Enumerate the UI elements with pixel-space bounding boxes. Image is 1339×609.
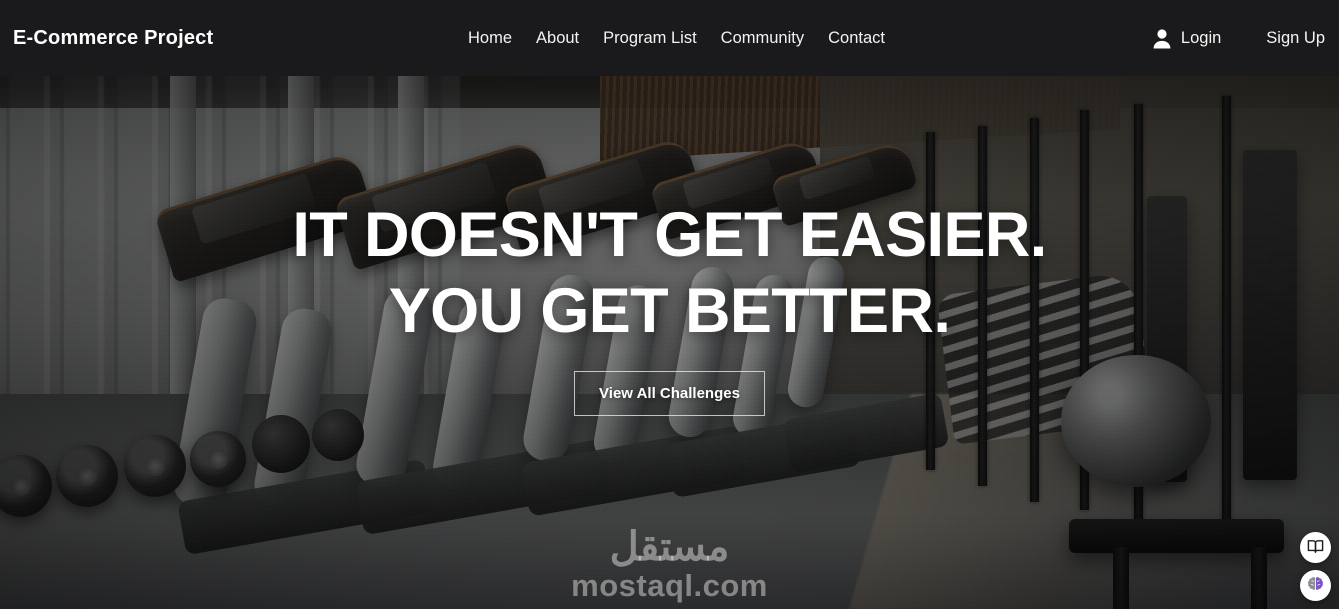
nav-link-contact[interactable]: Contact bbox=[828, 29, 885, 48]
brain-icon bbox=[1306, 575, 1325, 597]
nav-link-program-list[interactable]: Program List bbox=[603, 29, 697, 48]
login-link[interactable]: Login bbox=[1181, 29, 1221, 48]
book-icon-button[interactable] bbox=[1300, 532, 1331, 563]
nav-link-home[interactable]: Home bbox=[468, 29, 512, 48]
view-all-challenges-button[interactable]: View All Challenges bbox=[574, 371, 765, 417]
nav-link-community[interactable]: Community bbox=[721, 29, 804, 48]
login-group[interactable]: Login bbox=[1152, 28, 1221, 49]
nav-link-about[interactable]: About bbox=[536, 29, 579, 48]
page-root: E-Commerce Project Home About Program Li… bbox=[0, 0, 1339, 609]
signup-link[interactable]: Sign Up bbox=[1266, 29, 1325, 48]
brain-icon-button[interactable] bbox=[1300, 570, 1331, 601]
headline-line-2: YOU GET BETTER. bbox=[388, 275, 951, 346]
main-navbar: E-Commerce Project Home About Program Li… bbox=[0, 0, 1339, 76]
hero-content: IT DOESN'T GET EASIER. YOU GET BETTER. V… bbox=[0, 76, 1339, 609]
hero-headline: IT DOESN'T GET EASIER. YOU GET BETTER. bbox=[292, 198, 1047, 349]
brand-title[interactable]: E-Commerce Project bbox=[13, 27, 213, 50]
user-icon bbox=[1152, 28, 1172, 49]
auth-area: Login Sign Up bbox=[1152, 28, 1325, 49]
book-icon bbox=[1307, 538, 1324, 558]
floating-widgets bbox=[1300, 532, 1331, 601]
nav-links: Home About Program List Community Contac… bbox=[468, 29, 885, 48]
headline-line-1: IT DOESN'T GET EASIER. bbox=[292, 200, 1047, 270]
